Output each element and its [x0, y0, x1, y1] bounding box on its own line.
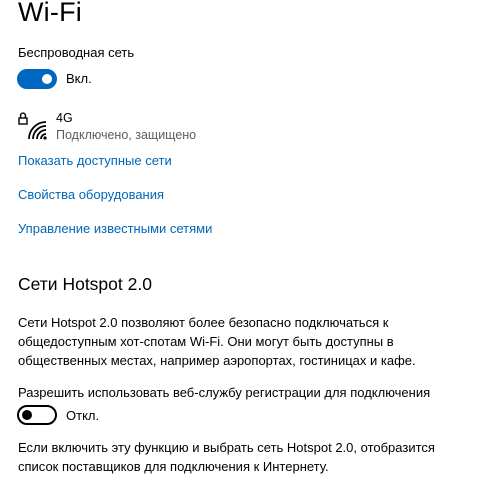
hotspot-section-heading: Сети Hotspot 2.0	[18, 274, 152, 294]
wireless-section-label: Беспроводная сеть	[18, 45, 135, 60]
page-title: Wi-Fi	[18, 0, 82, 27]
wireless-toggle[interactable]	[17, 69, 57, 89]
registration-toggle-state: Откл.	[66, 408, 100, 423]
registration-service-label: Разрешить использовать веб-службу регист…	[18, 385, 431, 400]
show-available-networks-link[interactable]: Показать доступные сети	[18, 152, 172, 170]
wifi-settings-page: Wi-Fi Беспроводная сеть Вкл. 4G Подключе…	[0, 0, 480, 491]
network-name[interactable]: 4G	[56, 110, 73, 127]
network-status: Подключено, защищено	[56, 128, 197, 142]
hardware-properties-link[interactable]: Свойства оборудования	[18, 186, 164, 204]
toggle-knob	[42, 74, 52, 84]
wifi-secured-icon	[18, 112, 47, 140]
registration-service-toggle[interactable]	[17, 405, 57, 425]
hotspot-footer-text: Если включить эту функцию и выбрать сеть…	[18, 440, 435, 474]
wireless-toggle-state: Вкл.	[66, 71, 92, 86]
manage-known-networks-link[interactable]: Управление известными сетями	[18, 220, 212, 238]
hotspot-description: Сети Hotspot 2.0 позволяют более безопас…	[18, 315, 416, 368]
toggle-knob	[22, 410, 32, 420]
